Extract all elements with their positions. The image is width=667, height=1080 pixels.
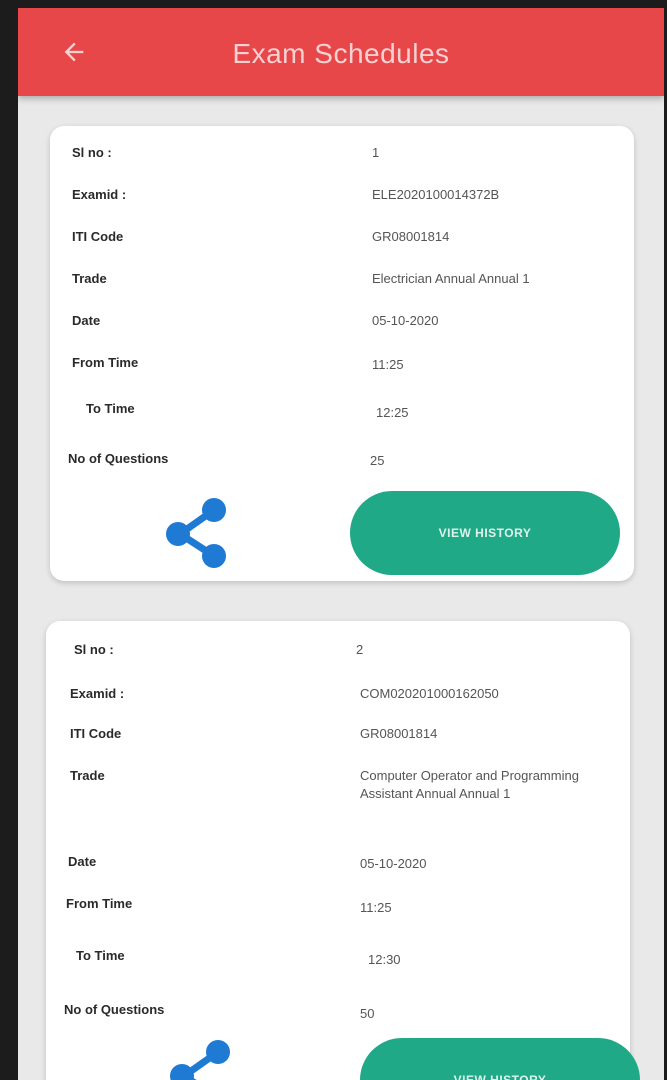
from-time-label: From Time (72, 355, 139, 370)
view-history-button[interactable]: VIEW HISTORY (360, 1038, 640, 1080)
sl-no-label: Sl no : (74, 642, 114, 657)
to-time-value: 12:30 (368, 952, 401, 967)
page-title: Exam Schedules (232, 38, 450, 69)
iti-code-label: ITI Code (72, 229, 124, 244)
app-bar: Exam Schedules (18, 8, 664, 96)
no-of-questions-label: No of Questions (68, 451, 169, 466)
trade-value: Electrician Annual Annual 1 (372, 271, 530, 286)
date-value: 05-10-2020 (372, 313, 439, 328)
sl-no-label: Sl no : (72, 145, 112, 160)
from-time-value: 11:25 (360, 900, 392, 915)
from-time-value: 11:25 (372, 357, 404, 372)
exam-id-label: Examid : (70, 686, 125, 701)
date-value: 05-10-2020 (360, 856, 427, 871)
trade-value: Computer Operator and Programming Assist… (360, 768, 579, 801)
iti-code-label: ITI Code (70, 726, 122, 741)
iti-code-value: GR08001814 (360, 726, 438, 741)
exam-id-value: ELE2020100014372B (372, 187, 500, 202)
date-label: Date (72, 313, 101, 328)
exam-id-label: Examid : (72, 187, 127, 202)
from-time-label: From Time (66, 896, 133, 911)
to-time-value: 12:25 (376, 405, 409, 420)
no-of-questions-value: 25 (370, 453, 385, 468)
schedule-card: Sl no : 1 Examid : ELE2020100014372B ITI… (50, 126, 634, 581)
sl-no-value: 2 (356, 642, 364, 657)
sl-no-value: 1 (372, 145, 380, 160)
view-history-button[interactable]: VIEW HISTORY (350, 491, 620, 575)
screen: Exam Schedules Sl no : 1 Examid : ELE202… (18, 8, 664, 1080)
iti-code-value: GR08001814 (372, 229, 450, 244)
trade-label: Trade (70, 768, 105, 783)
share-icon[interactable] (166, 1038, 234, 1080)
share-icon[interactable] (162, 496, 230, 572)
exam-id-value: COM020201000162050 (360, 686, 499, 701)
to-time-label: To Time (76, 948, 125, 963)
schedule-list[interactable]: Sl no : 1 Examid : ELE2020100014372B ITI… (18, 96, 664, 1080)
schedule-card: Sl no : 2 Examid : COM020201000162050 IT… (46, 621, 640, 1080)
to-time-label: To Time (86, 401, 135, 416)
date-label: Date (68, 854, 97, 869)
trade-label: Trade (72, 271, 107, 286)
no-of-questions-value: 50 (360, 1006, 375, 1021)
no-of-questions-label: No of Questions (64, 1002, 165, 1017)
